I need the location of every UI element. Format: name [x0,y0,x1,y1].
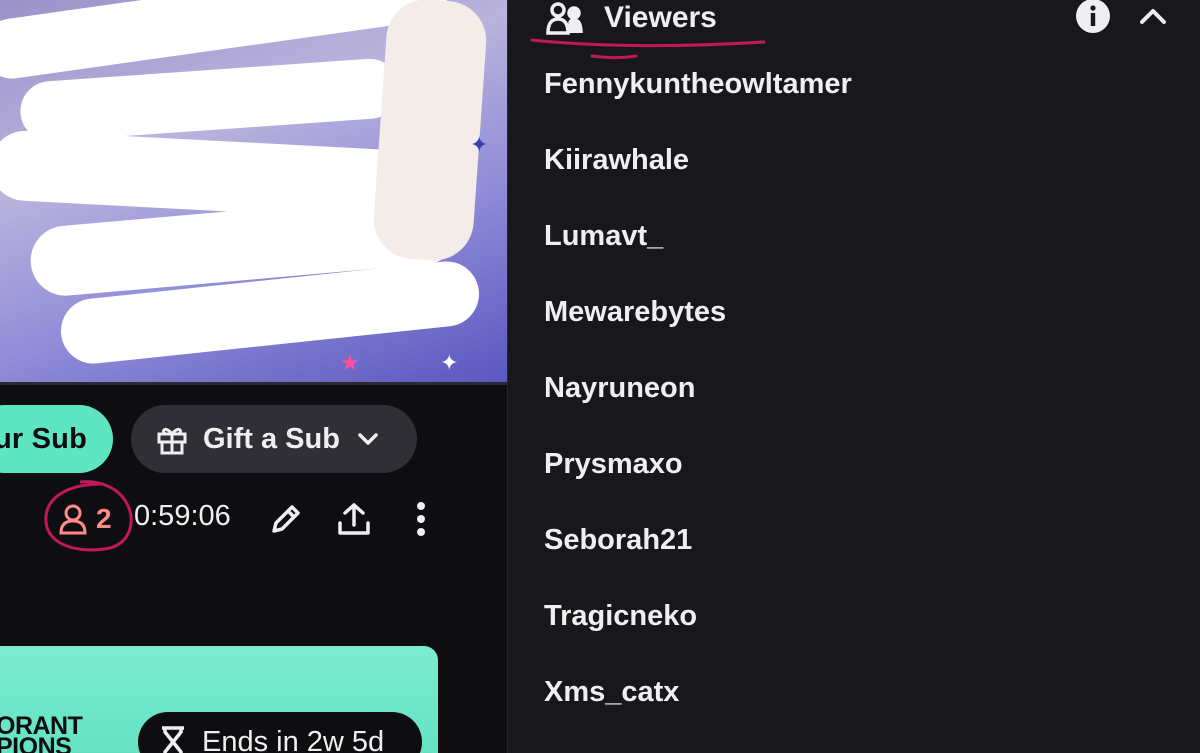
gift-sub-button[interactable]: Gift a Sub [131,405,417,473]
more-vertical-icon [417,502,425,536]
promo-banner[interactable]: ORANT PIONS Ends in 2w 5d [0,646,438,753]
viewer-item[interactable]: Kiirawhale [544,140,852,216]
viewer-item[interactable]: Nayruneon [544,368,852,444]
video-player[interactable]: ✦ ✦ ★ [0,0,507,383]
chevron-up-icon [1140,9,1166,24]
viewers-list: Fennykuntheowltamer Kiirawhale Lumavt_ M… [544,64,852,748]
promo-title: ORANT PIONS [0,714,83,753]
info-button[interactable] [1075,0,1111,33]
chevron-down-icon [358,433,378,445]
viewer-item[interactable]: Seborah21 [544,520,852,596]
more-options-button[interactable] [399,497,443,541]
edit-button[interactable] [264,497,308,541]
viewers-panel: Viewers Fennykuntheowltamer Kiirawhale L… [507,0,1200,753]
subscribe-button-label: ur Sub [0,422,87,455]
viewer-count[interactable]: 2 [58,497,112,541]
collapse-button[interactable] [1135,0,1171,32]
viewer-count-value: 2 [96,503,112,534]
viewer-item[interactable]: Prysmaxo [544,444,852,520]
stream-uptime: 0:59:06 [134,500,231,532]
user-icon [59,504,87,535]
viewer-item[interactable]: Lumavt_ [544,216,852,292]
video-divider [0,382,507,385]
stream-column: ✦ ✦ ★ ur Sub Gift a Sub 2 0:59:06 ORANT … [0,0,507,753]
sparkle-decoration: ★ [340,350,360,375]
info-icon [1076,0,1110,33]
sparkle-decoration: ✦ [470,132,489,157]
share-icon [338,503,370,535]
hourglass-icon [162,726,184,753]
ends-in-label: Ends in 2w 5d [202,725,385,753]
sparkle-decoration: ✦ [440,350,459,375]
ends-in-badge: Ends in 2w 5d [138,712,422,753]
viewer-item[interactable]: Mewarebytes [544,292,852,368]
promo-title-line2: PIONS [0,733,72,753]
subscribe-button[interactable]: ur Sub [0,405,113,473]
gift-icon [157,427,187,455]
viewer-item[interactable]: Tragicneko [544,596,852,672]
pencil-icon [272,505,300,533]
viewer-item[interactable]: Xms_catx [544,672,852,748]
share-button[interactable] [332,497,376,541]
annotation-underline [530,38,766,59]
viewer-item[interactable]: Fennykuntheowltamer [544,64,852,140]
gift-sub-label: Gift a Sub [203,422,340,455]
